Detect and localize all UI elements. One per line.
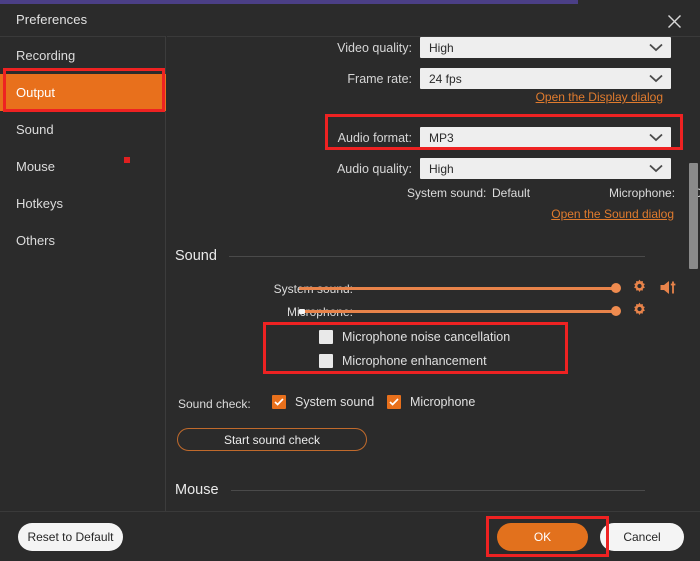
sound-section-header: Sound — [175, 248, 645, 264]
video-quality-row: Video quality: High — [167, 37, 675, 58]
reset-to-default-button[interactable]: Reset to Default — [18, 523, 123, 551]
chevron-down-icon — [649, 41, 663, 55]
audio-format-value: MP3 — [429, 131, 454, 145]
sidebar-item-label: Recording — [16, 48, 75, 63]
checkbox-box[interactable] — [387, 395, 401, 409]
sidebar-badge-mouse — [124, 157, 130, 163]
sidebar-item-label: Mouse — [16, 159, 55, 174]
section-divider — [231, 490, 645, 491]
checkbox-label: Microphone enhancement — [342, 354, 487, 368]
sidebar-item-mouse[interactable]: Mouse — [0, 148, 166, 185]
system-sound-device-label: System sound: — [407, 186, 486, 200]
system-sound-gear-icon[interactable] — [631, 279, 648, 296]
ok-button[interactable]: OK — [497, 523, 588, 551]
checkbox-label: Microphone noise cancellation — [342, 330, 510, 344]
frame-rate-row: Frame rate: 24 fps — [167, 68, 675, 89]
chevron-down-icon — [649, 72, 663, 86]
checkbox-label: System sound — [295, 395, 374, 409]
settings-panel: Video quality: High Frame rate: 24 fps O… — [167, 36, 700, 511]
frame-rate-value: 24 fps — [429, 72, 462, 86]
dialog-footer: Reset to Default OK Cancel — [0, 511, 700, 561]
sidebar-item-hotkeys[interactable]: Hotkeys — [0, 185, 166, 222]
chevron-down-icon — [649, 131, 663, 145]
checkbox-box[interactable] — [319, 354, 333, 368]
title-bar: Preferences — [0, 4, 700, 36]
checkbox-box[interactable] — [319, 330, 333, 344]
window-title: Preferences — [16, 12, 87, 27]
sidebar-item-label: Sound — [16, 122, 54, 137]
chevron-down-icon — [649, 162, 663, 176]
preferences-dialog: Preferences Recording Output Sound Mouse… — [0, 0, 700, 561]
frame-rate-select[interactable]: 24 fps — [420, 68, 671, 89]
microphone-gear-icon[interactable] — [631, 302, 648, 319]
audio-quality-row: Audio quality: High — [167, 158, 675, 179]
microphone-slider-track[interactable] — [299, 310, 617, 313]
scrollbar-thumb[interactable] — [689, 163, 698, 269]
mouse-section-title: Mouse — [175, 482, 231, 498]
video-quality-value: High — [429, 41, 454, 55]
sidebar-item-label: Others — [16, 233, 55, 248]
checkbox-label: Microphone — [410, 395, 475, 409]
checkbox-microphone-noise-cancellation[interactable]: Microphone noise cancellation — [319, 330, 510, 344]
audio-format-label: Audio format: — [167, 131, 412, 145]
microphone-device-label: Microphone: — [609, 186, 675, 200]
system-sound-slider-track[interactable] — [299, 287, 617, 290]
sidebar-item-recording[interactable]: Recording — [0, 37, 166, 74]
audio-format-row: Audio format: MP3 — [167, 127, 675, 148]
frame-rate-label: Frame rate: — [167, 72, 412, 86]
section-divider — [229, 256, 645, 257]
cancel-button[interactable]: Cancel — [600, 523, 684, 551]
open-display-dialog-link[interactable]: Open the Display dialog — [536, 90, 663, 104]
sidebar-item-others[interactable]: Others — [0, 222, 166, 259]
sidebar-item-sound[interactable]: Sound — [0, 111, 166, 148]
checkbox-microphone-enhancement[interactable]: Microphone enhancement — [319, 354, 487, 368]
mouse-section-header: Mouse — [175, 482, 645, 498]
video-quality-select[interactable]: High — [420, 37, 671, 58]
sidebar: Recording Output Sound Mouse Hotkeys Oth… — [0, 36, 166, 511]
sound-section-title: Sound — [175, 248, 229, 264]
audio-format-select[interactable]: MP3 — [420, 127, 671, 148]
open-sound-dialog-link[interactable]: Open the Sound dialog — [551, 207, 674, 221]
sound-check-label: Sound check: — [178, 397, 251, 411]
checkbox-sound-check-system-sound[interactable]: System sound — [272, 395, 374, 409]
microphone-slider-knob[interactable] — [611, 306, 621, 316]
video-quality-label: Video quality: — [167, 41, 412, 55]
audio-quality-label: Audio quality: — [167, 162, 412, 176]
audio-quality-value: High — [429, 162, 454, 176]
scrollbar-track[interactable] — [689, 37, 698, 511]
sidebar-item-label: Hotkeys — [16, 196, 63, 211]
checkbox-box[interactable] — [272, 395, 286, 409]
close-icon[interactable] — [658, 6, 690, 36]
system-sound-slider-knob[interactable] — [611, 283, 621, 293]
sidebar-item-output[interactable]: Output — [0, 74, 166, 111]
sidebar-item-label: Output — [16, 85, 55, 100]
start-sound-check-button[interactable]: Start sound check — [177, 428, 367, 451]
system-sound-device-value: Default — [492, 186, 530, 200]
speaker-icon[interactable] — [659, 279, 679, 296]
audio-quality-select[interactable]: High — [420, 158, 671, 179]
checkbox-sound-check-microphone[interactable]: Microphone — [387, 395, 475, 409]
